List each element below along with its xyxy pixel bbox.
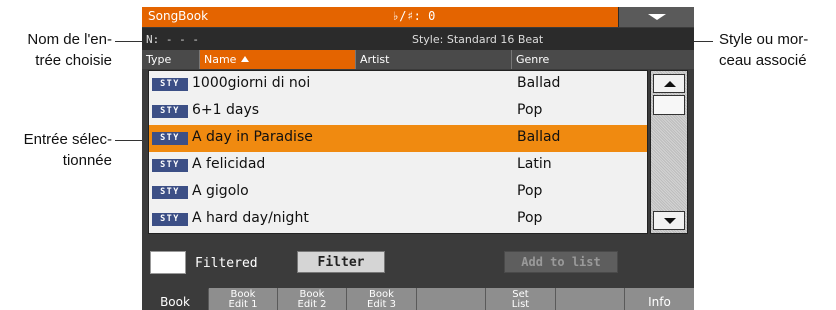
- entry-number: N: - - -: [146, 33, 199, 46]
- tab-bar: Book Book Edit 1 Book Edit 2 Book Edit 3 Se…: [142, 288, 694, 310]
- tab-empty-2: [556, 288, 625, 310]
- column-type[interactable]: Type: [142, 50, 200, 69]
- tab-book-label: Book: [160, 295, 190, 309]
- list-item-selected[interactable]: STY A day in Paradise Ballad: [149, 125, 647, 152]
- column-header: Type Name Artist Genre: [142, 50, 694, 69]
- style-type-icon: STY: [152, 78, 188, 91]
- entry-genre: Pop: [517, 102, 543, 118]
- dropdown-arrow-icon: [648, 14, 666, 20]
- tab-book-edit-3-sublabel: Edit 3: [367, 299, 396, 310]
- tab-info[interactable]: Info: [625, 288, 694, 310]
- info-row: N: - - - Style: Standard 16 Beat: [142, 28, 694, 50]
- tab-set-list-sublabel: List: [511, 299, 530, 310]
- entry-genre: Latin: [517, 156, 552, 172]
- arrow-down-icon: [664, 218, 676, 224]
- entry-name: 1000giorni di noi: [192, 75, 311, 91]
- list-item[interactable]: STY A felicidad Latin: [149, 152, 647, 179]
- page-title: SongBook: [148, 9, 209, 23]
- column-name-label: Name: [204, 53, 237, 66]
- tab-book-edit-2-sublabel: Edit 2: [297, 299, 327, 310]
- callout-entry-name: Nom de l'en- trée choisie: [27, 29, 112, 71]
- callout-style-line1: Style ou mor-: [719, 31, 809, 48]
- entry-genre: Ballad: [517, 129, 561, 145]
- tab-book-edit-2[interactable]: Book Edit 2: [278, 288, 347, 310]
- callout-selected-line2: tionnée: [62, 152, 112, 169]
- column-name[interactable]: Name: [200, 50, 356, 69]
- entry-genre: Pop: [517, 210, 543, 226]
- leader-entry-name: [115, 41, 145, 42]
- column-genre-label: Genre: [516, 53, 550, 66]
- callout-entry-name-line2: trée choisie: [35, 52, 112, 69]
- list-scrollbar[interactable]: [650, 70, 688, 234]
- scroll-up-button[interactable]: [653, 74, 685, 93]
- entry-name: A felicidad: [192, 156, 266, 172]
- list-item[interactable]: STY A gigolo Pop: [149, 179, 647, 206]
- callout-selected-entry: Entrée sélec- tionnée: [24, 129, 112, 171]
- filter-button[interactable]: Filter: [297, 251, 385, 273]
- tab-book[interactable]: Book: [142, 288, 209, 310]
- tab-set-list[interactable]: Set List: [486, 288, 556, 310]
- style-type-icon: STY: [152, 159, 188, 172]
- tab-empty-1: [417, 288, 486, 310]
- column-genre[interactable]: Genre: [512, 50, 694, 69]
- list-item[interactable]: STY 6+1 days Pop: [149, 98, 647, 125]
- callout-style-line2: ceau associé: [719, 52, 807, 69]
- songbook-list[interactable]: STY 1000giorni di noi Ballad STY 6+1 day…: [148, 70, 648, 234]
- column-type-label: Type: [146, 53, 172, 66]
- style-type-icon: STY: [152, 105, 188, 118]
- add-to-list-button[interactable]: Add to list: [504, 251, 618, 273]
- transpose-readout: ♭/♯: 0: [392, 9, 436, 23]
- tab-book-edit-1-sublabel: Edit 1: [228, 299, 258, 310]
- style-type-icon: STY: [152, 213, 188, 226]
- tab-info-label: Info: [648, 295, 671, 309]
- entry-name: A gigolo: [192, 183, 249, 199]
- songbook-screen: SongBook ♭/♯: 0 N: - - - Style: Standard…: [142, 7, 694, 310]
- sort-ascending-icon: [241, 56, 250, 62]
- list-item[interactable]: STY 1000giorni di noi Ballad: [149, 71, 647, 98]
- scroll-thumb[interactable]: [653, 95, 685, 115]
- scroll-down-button[interactable]: [653, 211, 685, 230]
- tab-book-edit-3[interactable]: Book Edit 3: [347, 288, 417, 310]
- callout-entry-name-line1: Nom de l'en-: [27, 31, 112, 48]
- entry-name: 6+1 days: [192, 102, 260, 118]
- column-artist[interactable]: Artist: [356, 50, 512, 69]
- page-menu-button[interactable]: [618, 7, 694, 27]
- list-item[interactable]: STY A hard day/night Pop: [149, 206, 647, 233]
- style-type-icon: STY: [152, 132, 188, 145]
- style-type-icon: STY: [152, 186, 188, 199]
- arrow-up-icon: [664, 81, 676, 87]
- column-artist-label: Artist: [360, 53, 390, 66]
- associated-style: Style: Standard 16 Beat: [412, 33, 544, 46]
- filtered-label: Filtered: [195, 256, 258, 271]
- title-bar: SongBook ♭/♯: 0: [142, 7, 694, 27]
- entry-name: A hard day/night: [192, 210, 309, 226]
- entry-genre: Pop: [517, 183, 543, 199]
- callout-style: Style ou mor- ceau associé: [719, 29, 808, 71]
- callout-selected-line1: Entrée sélec-: [23, 131, 112, 148]
- entry-name: A day in Paradise: [192, 129, 313, 145]
- filtered-checkbox[interactable]: [150, 251, 186, 274]
- entry-genre: Ballad: [517, 75, 561, 91]
- leader-selected-entry: [115, 140, 145, 141]
- tab-book-edit-1[interactable]: Book Edit 1: [209, 288, 278, 310]
